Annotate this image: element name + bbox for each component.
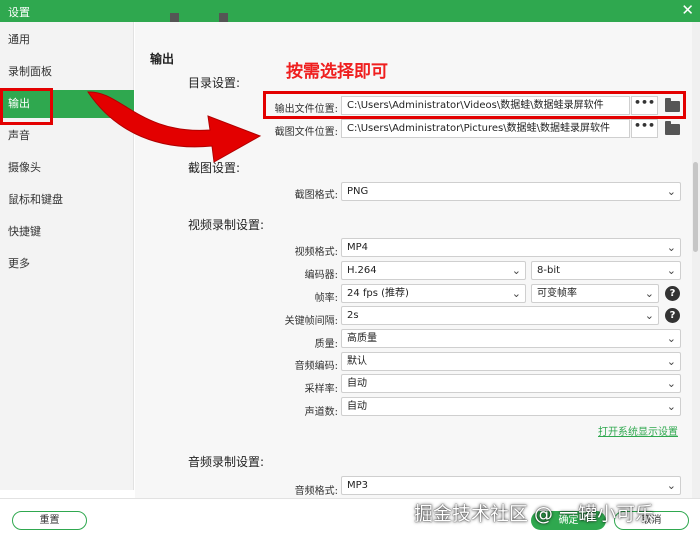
chevron-down-icon: ⌄ xyxy=(666,377,676,390)
annotation-text: 按需选择即可 xyxy=(286,62,388,82)
output-browse-button[interactable]: ••• xyxy=(631,96,658,115)
channels-select[interactable]: 自动 ⌄ xyxy=(341,397,681,416)
screenshot-folder-icon[interactable] xyxy=(665,121,680,135)
chevron-down-icon: ⌄ xyxy=(666,400,676,413)
bitdepth-select[interactable]: 8-bit ⌄ xyxy=(531,261,681,280)
encoder-select[interactable]: H.264 ⌄ xyxy=(341,261,526,280)
video-settings-heading: 视频录制设置: xyxy=(188,218,265,232)
channels-value: 自动 xyxy=(347,401,367,412)
sample-rate-label: 采样率: xyxy=(304,384,338,395)
reset-button[interactable]: 重置 xyxy=(12,511,87,530)
framerate-select[interactable]: 24 fps (推荐) ⌄ xyxy=(341,284,526,303)
quality-label: 质量: xyxy=(314,339,338,350)
framerate-value: 24 fps (推荐) xyxy=(347,288,409,299)
video-format-value: MP4 xyxy=(347,242,369,253)
screenshot-browse-button[interactable]: ••• xyxy=(631,119,658,138)
audio-settings-heading: 音频录制设置: xyxy=(188,455,265,469)
close-icon[interactable]: ✕ xyxy=(681,1,694,19)
cutoff-previous-row xyxy=(170,12,330,22)
sidebar-item-mouse-keyboard[interactable]: 鼠标和键盘 xyxy=(0,186,134,214)
chevron-down-icon: ⌄ xyxy=(666,355,676,368)
quality-value: 高质量 xyxy=(347,333,377,344)
bitdepth-value: 8-bit xyxy=(537,265,561,276)
audio-format-label: 音频格式: xyxy=(294,486,338,497)
framerate-label: 帧率: xyxy=(314,293,338,304)
sidebar-item-more[interactable]: 更多 xyxy=(0,250,134,278)
output-location-label: 输出文件位置: xyxy=(274,104,338,115)
chevron-down-icon: ⌄ xyxy=(644,287,654,300)
chevron-down-icon: ⌄ xyxy=(666,332,676,345)
channels-label: 声道数: xyxy=(304,407,338,418)
watermark: 掘金技术社区 @ 一罐小可乐 xyxy=(414,503,655,525)
screenshot-format-select[interactable]: PNG ⌄ xyxy=(341,182,681,201)
screenshot-location-label: 截图文件位置: xyxy=(274,127,338,138)
help-icon[interactable]: ? xyxy=(665,308,680,323)
video-format-select[interactable]: MP4 ⌄ xyxy=(341,238,681,257)
output-location-field[interactable]: C:\Users\Administrator\Videos\数据蛙\数据蛙录屏软… xyxy=(341,96,630,115)
title-bar: 设置 ✕ xyxy=(0,0,700,22)
framerate-mode-select[interactable]: 可变帧率 ⌄ xyxy=(531,284,659,303)
chevron-down-icon: ⌄ xyxy=(666,185,676,198)
audio-format-select[interactable]: MP3 ⌄ xyxy=(341,476,681,495)
audio-codec-select[interactable]: 默认 ⌄ xyxy=(341,352,681,371)
keyframe-interval-value: 2s xyxy=(347,310,359,321)
scrollbar-thumb[interactable] xyxy=(693,162,698,252)
chevron-down-icon: ⌄ xyxy=(511,287,521,300)
audio-codec-value: 默认 xyxy=(347,356,367,367)
keyframe-interval-label: 关键帧间隔: xyxy=(284,316,338,327)
output-folder-icon[interactable] xyxy=(665,98,680,112)
screenshot-format-label: 截图格式: xyxy=(294,190,338,201)
encoder-value: H.264 xyxy=(347,265,377,276)
audio-format-value: MP3 xyxy=(347,480,369,491)
chevron-down-icon: ⌄ xyxy=(666,241,676,254)
chevron-down-icon: ⌄ xyxy=(644,309,654,322)
encoder-label: 编码器: xyxy=(304,270,338,281)
vertical-scrollbar[interactable] xyxy=(692,22,700,498)
framerate-mode-value: 可变帧率 xyxy=(537,288,577,299)
output-heading: 输出 xyxy=(150,52,175,66)
video-format-label: 视频格式: xyxy=(294,247,338,258)
chevron-down-icon: ⌄ xyxy=(666,264,676,277)
sidebar-item-general[interactable]: 通用 xyxy=(0,26,134,54)
keyframe-interval-select[interactable]: 2s ⌄ xyxy=(341,306,659,325)
window-title: 设置 xyxy=(8,6,30,19)
open-display-settings-link[interactable]: 打开系统显示设置 xyxy=(598,423,678,438)
audio-codec-label: 音频编码: xyxy=(294,361,338,372)
chevron-down-icon: ⌄ xyxy=(666,479,676,492)
chevron-down-icon: ⌄ xyxy=(511,264,521,277)
help-icon[interactable]: ? xyxy=(665,286,680,301)
quality-select[interactable]: 高质量 ⌄ xyxy=(341,329,681,348)
sidebar-item-hotkeys[interactable]: 快捷键 xyxy=(0,218,134,246)
screenshot-location-field[interactable]: C:\Users\Administrator\Pictures\数据蛙\数据蛙录… xyxy=(341,119,630,138)
annotation-arrow-icon xyxy=(87,91,262,163)
screenshot-format-value: PNG xyxy=(347,186,369,197)
sample-rate-value: 自动 xyxy=(347,378,367,389)
sample-rate-select[interactable]: 自动 ⌄ xyxy=(341,374,681,393)
